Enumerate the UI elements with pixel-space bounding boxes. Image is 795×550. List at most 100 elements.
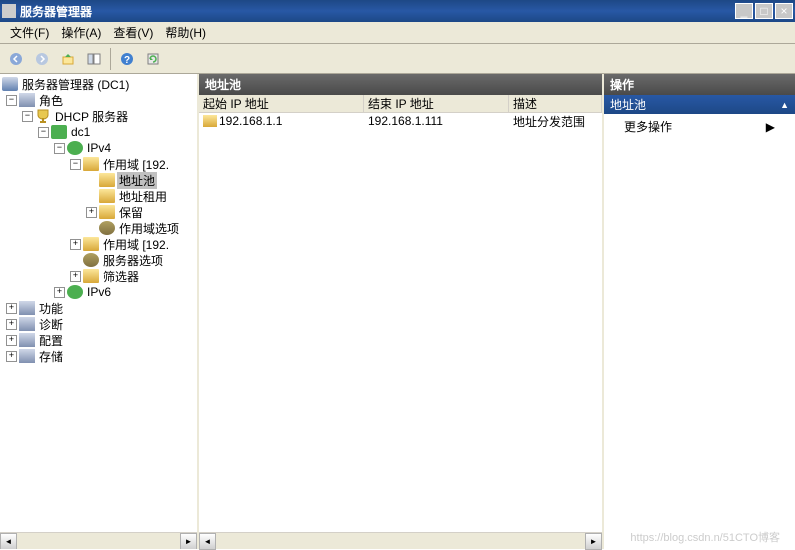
tree-dc1[interactable]: − dc1 [2, 124, 195, 140]
collapse-icon[interactable]: − [54, 143, 65, 154]
expand-icon[interactable]: + [6, 351, 17, 362]
tree-label: 存储 [37, 348, 65, 365]
scroll-right-icon[interactable]: ► [180, 533, 197, 549]
toolbar: ? [0, 44, 795, 74]
tree-reservation[interactable]: +保留 [2, 204, 195, 220]
collapse-icon[interactable]: − [70, 159, 81, 170]
tree-address-lease[interactable]: 地址租用 [2, 188, 195, 204]
center-pane: 地址池 起始 IP 地址 结束 IP 地址 描述 192.168.1.1 192… [199, 74, 604, 549]
center-scrollbar[interactable]: ◄► [199, 532, 602, 549]
actions-pane: 操作 地址池▲ 更多操作▶ [604, 74, 795, 549]
tree-address-pool[interactable]: 地址池 [2, 172, 195, 188]
tree-diagnostics[interactable]: + 诊断 [2, 316, 195, 332]
actions-header: 操作 [604, 74, 795, 95]
tree-storage[interactable]: + 存储 [2, 348, 195, 364]
close-button[interactable]: × [775, 3, 793, 19]
tree-scope2[interactable]: +作用域 [192. [2, 236, 195, 252]
tree-ipv4[interactable]: − IPv4 [2, 140, 195, 156]
action-label: 更多操作 [624, 118, 672, 135]
cell-end-ip: 192.168.1.111 [364, 114, 509, 128]
up-button[interactable] [56, 47, 80, 71]
table-row[interactable]: 192.168.1.1 192.168.1.111 地址分发范围 [199, 113, 602, 129]
maximize-button[interactable]: □ [755, 3, 773, 19]
forward-button[interactable] [30, 47, 54, 71]
menu-bar: 文件(F) 操作(A) 查看(V) 帮助(H) [0, 22, 795, 44]
tree-features[interactable]: +功能 [2, 300, 195, 316]
tree-server-options[interactable]: 服务器选项 [2, 252, 195, 268]
list-body: 192.168.1.1 192.168.1.111 地址分发范围 ◄► [199, 113, 602, 549]
col-description[interactable]: 描述 [509, 95, 602, 112]
tree-scrollbar[interactable]: ◄► [0, 532, 197, 549]
collapse-arrow-icon: ▲ [780, 100, 789, 110]
expand-icon[interactable]: + [54, 287, 65, 298]
scroll-right-icon[interactable]: ► [585, 533, 602, 550]
cell-desc: 地址分发范围 [509, 113, 602, 130]
collapse-icon[interactable]: − [38, 127, 49, 138]
folder-icon [99, 205, 115, 219]
tree-root[interactable]: 服务器管理器 (DC1) [2, 76, 195, 92]
center-header: 地址池 [199, 74, 602, 95]
tree-label: 筛选器 [101, 268, 141, 285]
svg-text:?: ? [124, 55, 130, 66]
tree-label: 配置 [37, 332, 65, 349]
back-button[interactable] [4, 47, 28, 71]
col-start-ip[interactable]: 起始 IP 地址 [199, 95, 364, 112]
menu-help[interactable]: 帮助(H) [159, 22, 212, 43]
expand-icon[interactable]: + [86, 207, 97, 218]
tree-label: dc1 [69, 125, 92, 139]
expand-icon[interactable]: + [70, 271, 81, 282]
folder-icon [83, 269, 99, 283]
expand-icon[interactable]: + [6, 303, 17, 314]
tree-ipv6[interactable]: + IPv6 [2, 284, 195, 300]
actions-section[interactable]: 地址池▲ [604, 95, 795, 114]
minimize-button[interactable]: _ [735, 3, 753, 19]
scroll-left-icon[interactable]: ◄ [199, 533, 216, 550]
tree-label: 服务器管理器 (DC1) [20, 76, 131, 93]
refresh-button[interactable] [141, 47, 165, 71]
range-icon [203, 115, 217, 127]
menu-action[interactable]: 操作(A) [55, 22, 107, 43]
scrollbar-track[interactable] [17, 533, 180, 549]
server-node-icon [51, 125, 67, 139]
expand-icon[interactable]: + [6, 335, 17, 346]
trophy-icon [35, 109, 51, 123]
scrollbar-track[interactable] [216, 533, 585, 549]
ipv4-icon [67, 141, 83, 155]
tree-configuration[interactable]: + 配置 [2, 332, 195, 348]
gear-icon [99, 221, 115, 235]
menu-file[interactable]: 文件(F) [4, 22, 55, 43]
more-actions[interactable]: 更多操作▶ [604, 114, 795, 139]
show-hide-button[interactable] [82, 47, 106, 71]
roles-icon [19, 93, 35, 107]
tree-scope1[interactable]: − 作用域 [192. [2, 156, 195, 172]
server-icon [2, 77, 18, 91]
folder-icon [99, 173, 115, 187]
scroll-left-icon[interactable]: ◄ [0, 533, 17, 549]
tree-roles[interactable]: −角色 [2, 92, 195, 108]
tree-label: 作用域 [192. [101, 156, 171, 173]
expand-icon[interactable]: + [6, 319, 17, 330]
col-end-ip[interactable]: 结束 IP 地址 [364, 95, 509, 112]
tree-pane: 服务器管理器 (DC1) −角色 −DHCP 服务器 −dc1 −IPv4 −作… [0, 74, 199, 549]
window-title: 服务器管理器 [20, 3, 735, 20]
tree-label: 作用域选项 [117, 220, 181, 237]
folder-icon [99, 189, 115, 203]
expand-icon[interactable]: + [70, 239, 81, 250]
nav-tree[interactable]: 服务器管理器 (DC1) −角色 −DHCP 服务器 −dc1 −IPv4 −作… [2, 76, 195, 364]
help-button[interactable]: ? [115, 47, 139, 71]
tree-scope-options[interactable]: 作用域选项 [2, 220, 195, 236]
tree-filters[interactable]: + 筛选器 [2, 268, 195, 284]
cell-text: 192.168.1.1 [219, 114, 282, 128]
tree-label: 地址池 [117, 172, 157, 189]
menu-view[interactable]: 查看(V) [107, 22, 159, 43]
collapse-icon[interactable]: − [6, 95, 17, 106]
collapse-icon[interactable]: − [22, 111, 33, 122]
tree-dhcp-server[interactable]: − DHCP 服务器 [2, 108, 195, 124]
tree-label: IPv6 [85, 285, 113, 299]
tree-label: 诊断 [37, 316, 65, 333]
tree-label: DHCP 服务器 [53, 108, 130, 125]
tree-label: IPv4 [85, 141, 113, 155]
cell-start-ip: 192.168.1.1 [199, 114, 364, 128]
folder-icon [83, 237, 99, 251]
ipv6-icon [67, 285, 83, 299]
